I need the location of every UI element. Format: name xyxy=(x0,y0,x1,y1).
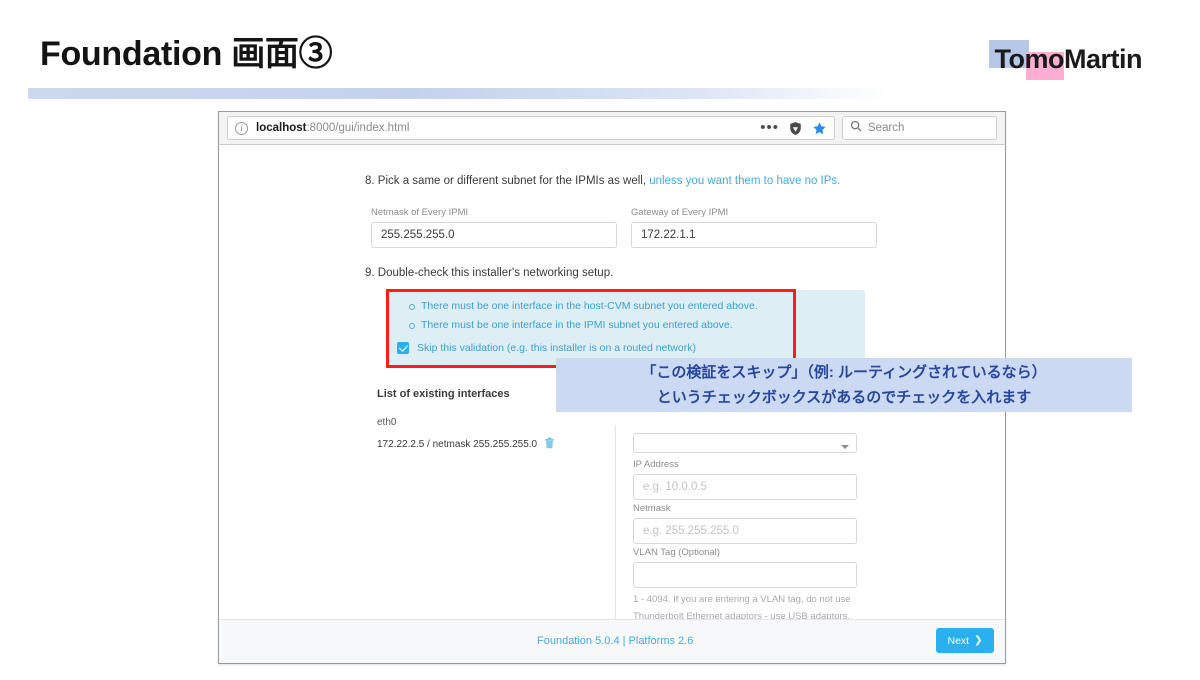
validation-requirement-item: There must be one interface in the IPMI … xyxy=(407,316,758,335)
url-host: localhost xyxy=(256,122,307,134)
vlan-helper-line-1: 1 - 4094. If you are entering a VLAN tag… xyxy=(633,594,851,605)
browser-toolbar: i localhost:8000/gui/index.html ••• Sear… xyxy=(218,111,1006,145)
interfaces-list-title: List of existing interfaces xyxy=(377,388,510,400)
slide-canvas: Foundation 画面③ TomoMartin i localhost:80… xyxy=(0,0,1200,680)
ip-address-field: IP Address xyxy=(633,459,857,500)
page-title: Foundation 画面③ xyxy=(40,35,333,73)
search-icon xyxy=(850,119,862,137)
url-bar[interactable]: i localhost:8000/gui/index.html ••• xyxy=(227,116,835,140)
browser-search-bar[interactable]: Search xyxy=(842,116,997,140)
chevron-down-icon xyxy=(841,445,849,449)
brand-logo: TomoMartin xyxy=(988,38,1143,80)
validation-requirements-list: There must be one interface in the host-… xyxy=(407,297,758,335)
site-info-icon[interactable]: i xyxy=(235,121,248,135)
step-8-link[interactable]: unless you want them to have no IPs. xyxy=(649,175,840,187)
version-text[interactable]: Foundation 5.0.4 | Platforms 2.6 xyxy=(537,635,693,647)
url-text: localhost:8000/gui/index.html xyxy=(256,122,409,134)
interface-address: 172.22.2.5 / netmask 255.255.255.0 xyxy=(377,439,538,450)
url-bar-actions: ••• xyxy=(752,120,827,136)
gateway-every-ipmi-input[interactable] xyxy=(631,222,877,248)
logo-text: TomoMartin xyxy=(989,38,1143,80)
vlan-tag-label: VLAN Tag (Optional) xyxy=(633,547,720,558)
shield-icon[interactable] xyxy=(788,121,803,136)
vlan-tag-field: VLAN Tag (Optional) xyxy=(633,547,857,588)
gateway-every-ipmi-label: Gateway of Every IPMI xyxy=(631,207,729,218)
page-actions-icon[interactable]: ••• xyxy=(760,120,779,135)
validation-requirement-item: There must be one interface in the host-… xyxy=(407,297,758,316)
header-divider-bar xyxy=(28,88,888,99)
gateway-every-ipmi-field: Gateway of Every IPMI xyxy=(631,207,877,248)
netmask-every-ipmi-label: Netmask of Every IPMI xyxy=(371,207,469,218)
installer-footer: Foundation 5.0.4 | Platforms 2.6 Next ❯ xyxy=(219,619,1005,663)
search-placeholder-text: Search xyxy=(868,122,905,134)
netmask-input[interactable] xyxy=(633,518,857,544)
next-button[interactable]: Next ❯ xyxy=(936,628,994,653)
annotation-callout: 「この検証をスキップ」（例: ルーティングされているなら） というチェックボック… xyxy=(556,358,1132,412)
netmask-every-ipmi-field: Netmask of Every IPMI xyxy=(371,207,617,248)
next-button-label: Next xyxy=(947,634,970,647)
step-8-instruction: 8. Pick a same or different subnet for t… xyxy=(365,175,840,187)
trash-icon[interactable] xyxy=(544,437,555,452)
skip-validation-label: Skip this validation (e.g. this installe… xyxy=(417,342,696,354)
netmask-field: Netmask xyxy=(633,503,857,544)
url-path: :8000/gui/index.html xyxy=(306,122,410,134)
interface-name: eth0 xyxy=(377,417,397,428)
skip-validation-row[interactable]: Skip this validation (e.g. this installe… xyxy=(397,342,696,354)
interface-select-partial[interactable] xyxy=(633,433,857,453)
annotation-line-2: というチェックボックスがあるのでチェックを入れます xyxy=(656,389,1032,406)
step-8-text: 8. Pick a same or different subnet for t… xyxy=(365,175,647,187)
ip-address-input[interactable] xyxy=(633,474,857,500)
interface-detail-row: 172.22.2.5 / netmask 255.255.255.0 xyxy=(377,437,555,452)
netmask-label: Netmask xyxy=(633,503,671,514)
skip-validation-checkbox[interactable] xyxy=(397,342,409,354)
bookmark-star-icon[interactable] xyxy=(812,121,827,136)
ip-address-label: IP Address xyxy=(633,459,679,470)
chevron-right-icon: ❯ xyxy=(974,635,983,646)
logo-text-first: Tomo xyxy=(994,44,1065,74)
step-9-instruction: 9. Double-check this installer's network… xyxy=(365,267,614,279)
netmask-every-ipmi-input[interactable] xyxy=(371,222,617,248)
annotation-line-1: 「この検証をスキップ」（例: ルーティングされているなら） xyxy=(641,364,1047,381)
logo-text-second: Martin xyxy=(1064,44,1143,74)
vlan-tag-input[interactable] xyxy=(633,562,857,588)
